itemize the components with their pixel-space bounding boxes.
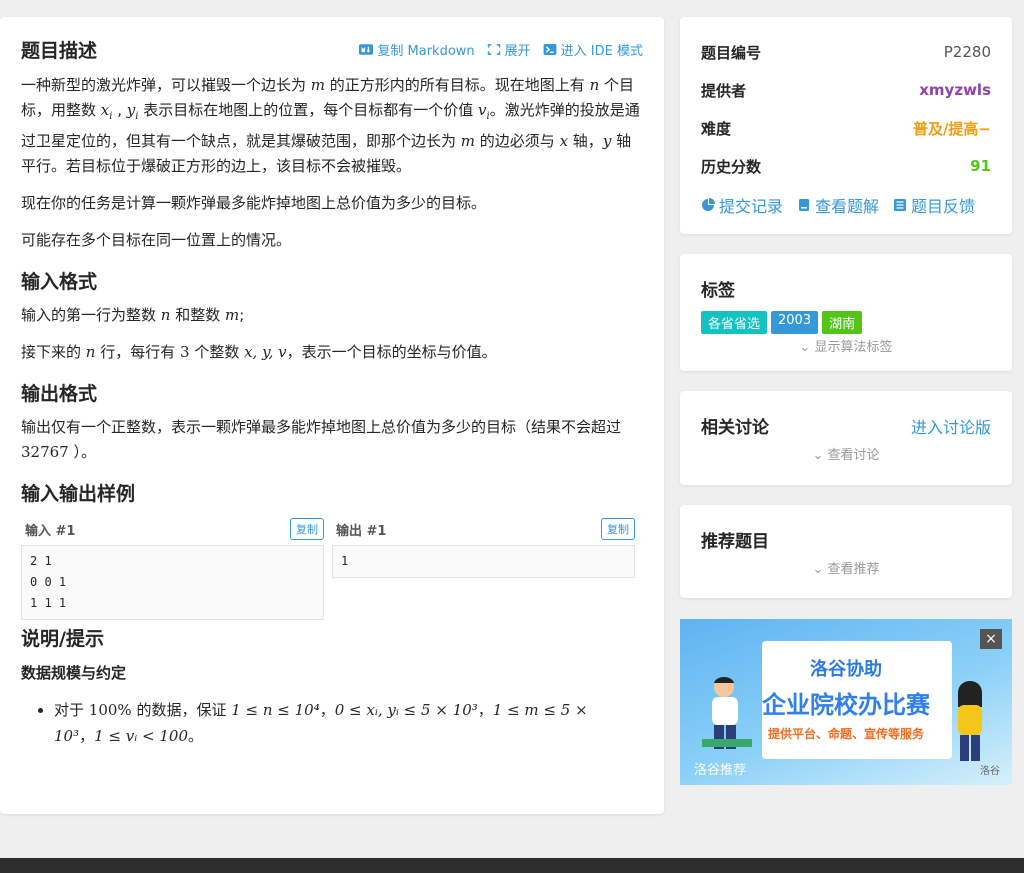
view-recommend-toggle[interactable]: ⌄ 查看推荐 (701, 558, 991, 577)
ide-mode-label: 进入 IDE 模式 (560, 43, 643, 59)
close-ad-button[interactable]: × (980, 629, 1002, 649)
output-format-title: 输出格式 (21, 383, 98, 405)
discussion-title: 相关讨论 (701, 418, 769, 438)
copy-output-button[interactable]: 复制 (601, 518, 635, 540)
score-value: 91 (970, 157, 991, 175)
discussion-card: 相关讨论 进入讨论版 ⌄ 查看讨论 (680, 391, 1012, 485)
ide-mode-button[interactable]: 进入 IDE 模式 (543, 40, 643, 59)
provider-link[interactable]: xmyzwls (919, 81, 991, 99)
info-difficulty-row: 难度 普及/提高− (701, 109, 991, 147)
problem-card: 题目描述 复制 Markdown 展开 进入 IDE 模式 一种新型的激光炸弹，… (0, 17, 664, 814)
expand-button[interactable]: 展开 (487, 40, 531, 59)
description-paragraph-2: 现在你的任务是计算一颗炸弹最多能炸掉地图上总价值为多少的目标。 (21, 194, 487, 212)
input-format-title: 输入格式 (21, 271, 98, 293)
hint-title: 说明/提示 (21, 628, 104, 650)
problem-id-label: 题目编号 (701, 43, 762, 62)
solutions-link[interactable]: 查看题解 (797, 193, 879, 217)
hint-subtitle: 数据规模与约定 (21, 664, 127, 682)
sample-output: 输出 #1 复制 1 (332, 517, 635, 620)
problem-info-card: 题目编号 P2280 提供者 xmyzwls 难度 普及/提高− 历史分数 91… (680, 17, 1012, 234)
submissions-label: 提交记录 (719, 197, 784, 216)
tags-card: 标签 各省省选 2003 湖南 ⌄ 显示算法标签 (680, 254, 1012, 371)
view-discussion-toggle[interactable]: ⌄ 查看讨论 (701, 444, 991, 463)
sample-input-box[interactable]: 2 1 0 0 1 1 1 1 (21, 545, 324, 620)
submissions-link[interactable]: 提交记录 (701, 193, 783, 217)
ad-banner[interactable]: 洛谷协助 企业院校办比赛 提供平台、命题、宣传等服务 × 洛谷推荐 洛谷 (680, 619, 1012, 785)
info-score-row: 历史分数 91 (701, 147, 991, 185)
input-format-line-1: 输入的第一行为整数 n 和整数 m; (21, 306, 245, 324)
ad-line-3: 提供平台、命题、宣传等服务 (767, 727, 924, 741)
input-format-line-2: 接下来的 n 行，每行有 3 个整数 x, y, v，表示一个目标的坐标与价值。 (21, 343, 497, 361)
solutions-label: 查看题解 (815, 197, 880, 216)
tag-province[interactable]: 各省省选 (701, 311, 768, 334)
recommend-card: 推荐题目 ⌄ 查看推荐 (680, 505, 1012, 598)
sample-input-label: 输入 #1 (25, 523, 76, 539)
problem-description-title: 题目描述 (21, 39, 98, 62)
difficulty-label: 难度 (701, 119, 732, 138)
chevron-down-icon: ⌄ (799, 340, 815, 355)
copy-input-button[interactable]: 复制 (290, 518, 324, 540)
provider-label: 提供者 (701, 81, 747, 100)
ad-line-1: 洛谷协助 (810, 659, 882, 680)
pie-chart-icon (702, 198, 715, 211)
samples-title: 输入输出样例 (21, 483, 136, 505)
chevron-down-icon: ⌄ (812, 448, 828, 463)
tag-list: 各省省选 2003 湖南 (701, 311, 991, 334)
list-icon (894, 199, 907, 211)
page-footer (0, 858, 1024, 873)
ad-footer-label: 洛谷推荐 (694, 763, 747, 778)
problem-header: 题目描述 复制 Markdown 展开 进入 IDE 模式 (21, 37, 643, 62)
copy-markdown-label: 复制 Markdown (377, 43, 475, 59)
enter-discussion-link[interactable]: 进入讨论版 (911, 414, 991, 438)
markdown-icon (359, 43, 374, 55)
sample-input: 输入 #1 复制 2 1 0 0 1 1 1 1 (21, 517, 324, 620)
recommend-title: 推荐题目 (701, 532, 769, 552)
expand-label: 展开 (504, 43, 531, 59)
info-id-row: 题目编号 P2280 (701, 33, 991, 71)
info-links: 提交记录 查看题解 题目反馈 (701, 193, 991, 217)
hint-list: 对于 100% 的数据，保证 1 ≤ n ≤ 10⁴，0 ≤ xᵢ, yᵢ ≤ … (21, 697, 643, 749)
info-provider-row: 提供者 xmyzwls (701, 71, 991, 109)
ad-line-2: 企业院校办比赛 (762, 691, 930, 719)
problem-id-value: P2280 (943, 43, 991, 61)
hint-item: 对于 100% 的数据，保证 1 ≤ n ≤ 10⁴，0 ≤ xᵢ, yᵢ ≤ … (54, 697, 643, 749)
score-label: 历史分数 (701, 157, 762, 176)
sample-output-box[interactable]: 1 (332, 545, 635, 578)
sample-output-label: 输出 #1 (336, 523, 387, 539)
output-format-text: 输出仅有一个正整数，表示一颗炸弹最多能炸掉地图上总价值为多少的目标（结果不会超过… (21, 418, 622, 461)
tags-title: 标签 (701, 281, 735, 301)
description-paragraph-1: 一种新型的激光炸弹，可以摧毁一个边长为 m 的正方形内的所有目标。现在地图上有 … (21, 76, 640, 175)
feedback-label: 题目反馈 (911, 197, 976, 216)
tag-region[interactable]: 湖南 (822, 311, 863, 334)
show-algo-tags-toggle[interactable]: ⌄ 显示算法标签 (701, 336, 991, 355)
tag-year[interactable]: 2003 (771, 311, 819, 334)
expand-icon (487, 43, 500, 55)
copy-markdown-button[interactable]: 复制 Markdown (359, 40, 475, 59)
book-icon (799, 199, 810, 211)
chevron-down-icon: ⌄ (812, 562, 828, 577)
feedback-link[interactable]: 题目反馈 (893, 193, 975, 217)
ad-brand: 洛谷 (980, 766, 1000, 777)
difficulty-value: 普及/提高− (912, 119, 991, 138)
description-paragraph-3: 可能存在多个目标在同一位置上的情况。 (21, 231, 292, 249)
problem-actions: 复制 Markdown 展开 进入 IDE 模式 (359, 40, 643, 59)
samples: 输入 #1 复制 2 1 0 0 1 1 1 1 输出 #1 复制 1 (21, 517, 643, 620)
terminal-icon (543, 43, 557, 55)
